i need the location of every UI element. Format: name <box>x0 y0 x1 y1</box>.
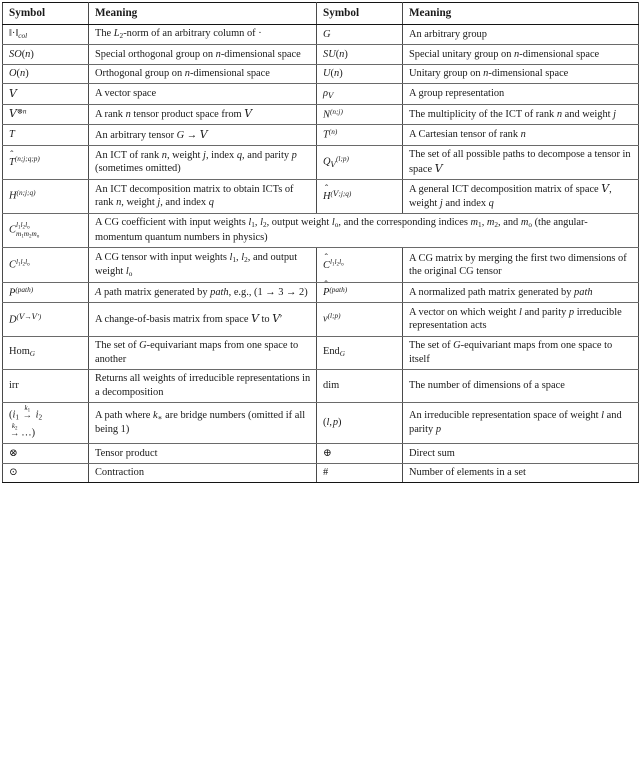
symbol-cell: ⊗ <box>2 443 89 464</box>
meaning-cell: Unitary group on n-dimensional space <box>402 63 639 85</box>
meaning-cell: An irreducible representation space of w… <box>402 401 639 445</box>
symbol-cell: irr <box>2 368 89 403</box>
meaning-cell: A vector on which weight l and parity p … <box>402 302 639 337</box>
symbol-cell: ⊙ <box>2 462 89 484</box>
meaning-cell: Contraction <box>88 462 317 484</box>
meaning-cell: The multiplicity of the ICT of rank n an… <box>402 103 639 126</box>
table-row: Cl1l2lo A CG tensor with input weights l… <box>2 247 639 284</box>
table-row: ‖·‖col The L2-norm of an arbitrary colum… <box>2 23 639 46</box>
symbol-cell: V⊗n <box>2 103 89 126</box>
meaning-cell: An ICT decomposition matrix to obtain IC… <box>88 178 317 214</box>
meaning-cell: A group representation <box>402 83 639 105</box>
header-symbol-left: Symbol <box>2 2 89 25</box>
symbol-cell: Cl1l2lo m1m2mo <box>2 212 89 249</box>
header-row: Symbol Meaning Symbol Meaning <box>2 2 639 25</box>
meaning-cell: The set of G-equivariant maps from one s… <box>402 335 639 370</box>
table-row: HomG The set of G-equivariant maps from … <box>2 335 639 370</box>
meaning-cell: Number of elements in a set <box>402 462 639 484</box>
symbol-cell: P(path) <box>316 282 403 304</box>
meaning-cell: Special orthogonal group on n-dimensiona… <box>88 44 317 65</box>
symbol-cell: QV(l;p) <box>316 144 403 180</box>
meaning-cell: A Cartesian tensor of rank n <box>402 124 639 146</box>
notation-table: Symbol Meaning Symbol Meaning ‖·‖col The… <box>2 2 639 484</box>
table-row: ⊗ Tensor product ⊕ Direct sum <box>2 443 639 464</box>
table-row: P(path) A path matrix generated by path,… <box>2 282 639 304</box>
meaning-cell: Special unitary group on n-dimensional s… <box>402 44 639 65</box>
header-meaning-left: Meaning <box>88 2 317 25</box>
table-row: V⊗n A rank n tensor product space from V… <box>2 103 639 126</box>
meaning-cell: An arbitrary group <box>402 23 639 46</box>
symbol-cell: ‖·‖col <box>2 23 89 46</box>
meaning-cell: A normalized path matrix generated by pa… <box>402 282 639 304</box>
table-row: SO(n) Special orthogonal group on n-dime… <box>2 44 639 65</box>
meaning-cell: The number of dimensions of a space <box>402 368 639 403</box>
meaning-cell: An arbitrary tensor G → V <box>88 124 317 146</box>
meaning-cell: The set of G-equivariant maps from one s… <box>88 335 317 370</box>
table-row: T An arbitrary tensor G → V T(n) A Carte… <box>2 124 639 146</box>
symbol-cell: SU(n) <box>316 44 403 65</box>
symbol-cell: H(V;j;q) <box>316 178 403 214</box>
symbol-cell: ⊕ <box>316 443 403 464</box>
symbol-cell: (l, p) <box>316 401 403 445</box>
table-header: Symbol Meaning Symbol Meaning <box>2 2 639 25</box>
symbol-cell: H(n;j;q) <box>2 178 89 214</box>
meaning-cell: A rank n tensor product space from V <box>88 103 317 126</box>
meaning-cell: A path where k∗ are bridge numbers (omit… <box>88 401 317 445</box>
meaning-cell: Direct sum <box>402 443 639 464</box>
symbol-cell: U(n) <box>316 63 403 85</box>
meaning-cell: Tensor product <box>88 443 317 464</box>
table-row: D(V→V′) A change-of-basis matrix from sp… <box>2 302 639 337</box>
table-row: O(n) Orthogonal group on n-dimensional s… <box>2 63 639 85</box>
symbol-cell: P(path) <box>2 282 89 304</box>
symbol-cell: # <box>316 462 403 484</box>
symbol-cell: N(n;j) <box>316 103 403 126</box>
symbol-cell: Cl1l2lo <box>2 247 89 284</box>
table-row-wide: Cl1l2lo m1m2mo A CG coefficient with inpu… <box>2 212 639 249</box>
table-row: T(n;j;q;p) An ICT of rank n, weight j, i… <box>2 144 639 180</box>
bridge-arrow-k2: k2 → <box>10 422 20 440</box>
meaning-cell: Returns all weights of irreducible repre… <box>88 368 317 403</box>
meaning-cell: A CG tensor with input weights l1, l2, a… <box>88 247 317 284</box>
symbol-cell: Cl1l2lo <box>316 247 403 284</box>
symbol-cell: D(V→V′) <box>2 302 89 337</box>
meaning-cell: A change-of-basis matrix from space V to… <box>88 302 317 337</box>
table-body: ‖·‖col The L2-norm of an arbitrary colum… <box>2 23 639 484</box>
table-row: (i1 k1 → i2 k2 → …) A path where k∗ are bri… <box>2 401 639 445</box>
meaning-cell: A path matrix generated by path, e.g., (… <box>88 282 317 304</box>
header-meaning-right: Meaning <box>402 2 639 25</box>
symbol-cell: V <box>2 83 89 105</box>
table-row: irr Returns all weights of irreducible r… <box>2 368 639 403</box>
notation-table-container: Symbol Meaning Symbol Meaning ‖·‖col The… <box>0 0 640 484</box>
meaning-cell-wide: A CG coefficient with input weights l1, … <box>88 212 639 249</box>
meaning-cell: A general ICT decomposition matrix of sp… <box>402 178 639 214</box>
meaning-cell: The L2-norm of an arbitrary column of · <box>88 23 317 46</box>
symbol-cell: G <box>316 23 403 46</box>
meaning-cell: A CG matrix by merging the first two dim… <box>402 247 639 284</box>
symbol-cell: SO(n) <box>2 44 89 65</box>
symbol-cell: ρV <box>316 83 403 105</box>
symbol-cell: HomG <box>2 335 89 370</box>
meaning-cell: Orthogonal group on n-dimensional space <box>88 63 317 85</box>
symbol-cell: v(l;p) <box>316 302 403 337</box>
symbol-cell: EndG <box>316 335 403 370</box>
bridge-arrow-k1: k1 → <box>22 404 32 421</box>
table-row: H(n;j;q) An ICT decomposition matrix to … <box>2 178 639 214</box>
table-row: V A vector space ρV A group representati… <box>2 83 639 105</box>
meaning-cell: An ICT of rank n, weight j, index q, and… <box>88 144 317 180</box>
table-row: ⊙ Contraction # Number of elements in a … <box>2 462 639 484</box>
symbol-cell: T <box>2 124 89 146</box>
symbol-cell: T(n;j;q;p) <box>2 144 89 180</box>
header-symbol-right: Symbol <box>316 2 403 25</box>
meaning-cell: A vector space <box>88 83 317 105</box>
meaning-cell: The set of all possible paths to decompo… <box>402 144 639 180</box>
symbol-cell: dim <box>316 368 403 403</box>
symbol-cell: T(n) <box>316 124 403 146</box>
symbol-cell: O(n) <box>2 63 89 85</box>
symbol-cell: (i1 k1 → i2 k2 → …) <box>2 401 89 445</box>
